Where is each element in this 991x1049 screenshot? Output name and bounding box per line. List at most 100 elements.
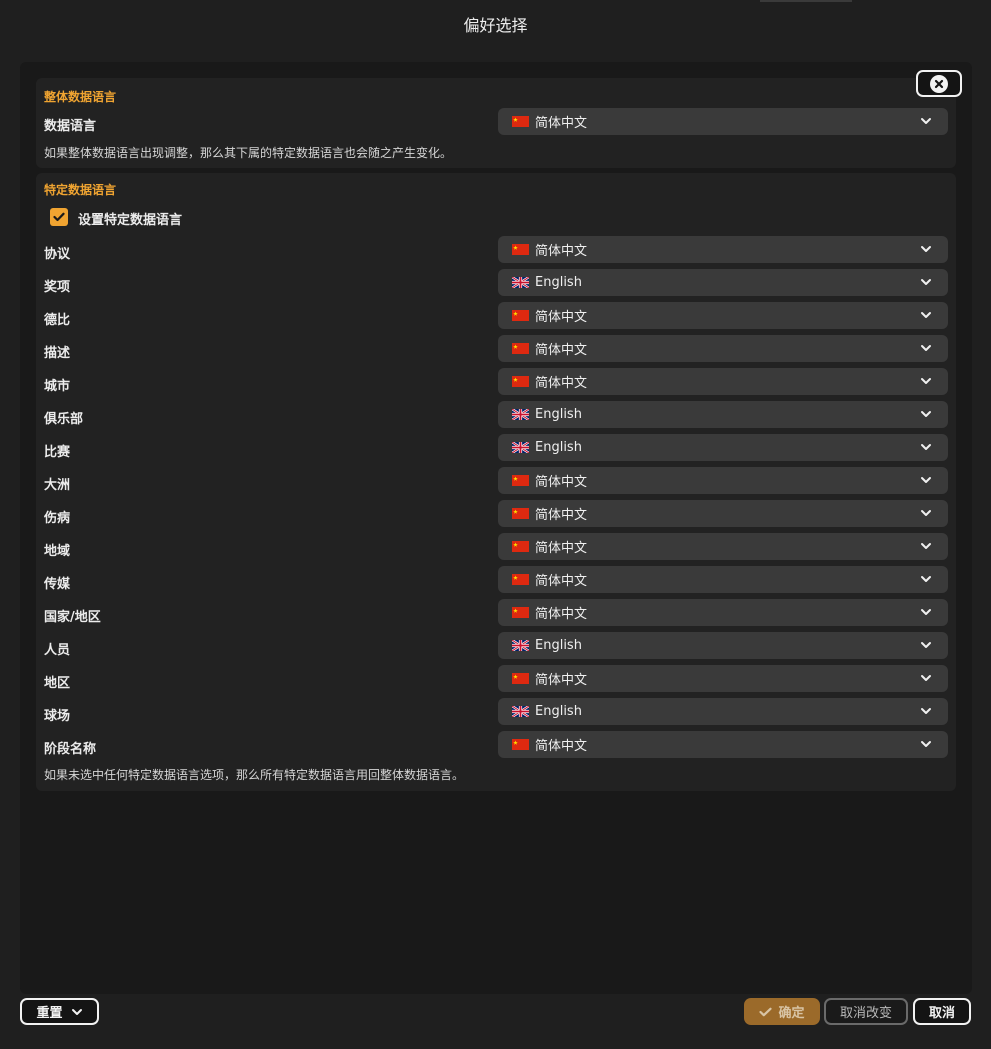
- section-title: 整体数据语言: [44, 90, 117, 104]
- select-value: 简体中文: [535, 607, 588, 622]
- row-label: 协议: [44, 247, 71, 262]
- reset-label: 重置: [36, 1006, 63, 1021]
- data-language-label: 数据语言: [44, 119, 97, 134]
- china-flag-icon: [512, 739, 529, 750]
- language-select[interactable]: 简体中文: [498, 500, 948, 527]
- cancel-button[interactable]: 取消: [913, 998, 971, 1025]
- language-select[interactable]: 简体中文: [498, 302, 948, 329]
- select-value: English: [535, 407, 582, 422]
- language-select[interactable]: 简体中文: [498, 731, 948, 758]
- select-value: English: [535, 275, 582, 290]
- language-select[interactable]: English: [498, 269, 948, 296]
- china-flag-icon: [512, 116, 529, 127]
- cancel-label: 取消: [928, 1006, 955, 1021]
- chevron-down-icon: [921, 642, 931, 648]
- select-value: 简体中文: [535, 244, 588, 259]
- row-label: 俱乐部: [44, 412, 84, 427]
- select-value: 简体中文: [535, 343, 588, 358]
- language-select[interactable]: 简体中文: [498, 368, 948, 395]
- language-select[interactable]: 简体中文: [498, 467, 948, 494]
- chevron-down-icon: [921, 576, 931, 582]
- china-flag-icon: [512, 541, 529, 552]
- chevron-down-icon: [921, 246, 931, 252]
- specific-language-note: 如果未选中任何特定数据语言选项，那么所有特定数据语言用回整体数据语言。: [44, 768, 465, 782]
- uk-flag-icon: [512, 277, 529, 288]
- language-select[interactable]: English: [498, 632, 948, 659]
- confirm-label: 确定: [778, 1006, 805, 1021]
- language-select[interactable]: English: [498, 434, 948, 461]
- chevron-down-icon: [921, 444, 931, 450]
- select-value: English: [535, 638, 582, 653]
- row-label: 奖项: [44, 280, 71, 295]
- select-value: 简体中文: [535, 116, 588, 131]
- language-select[interactable]: 简体中文: [498, 599, 948, 626]
- row-label: 阶段名称: [44, 742, 97, 757]
- china-flag-icon: [512, 343, 529, 354]
- select-value: English: [535, 704, 582, 719]
- close-icon: [930, 74, 948, 93]
- close-x-glyph: [934, 79, 944, 88]
- select-value: 简体中文: [535, 541, 588, 556]
- chevron-down-icon: [921, 411, 931, 417]
- language-select[interactable]: 简体中文: [498, 665, 948, 692]
- revert-changes-button[interactable]: 取消改变: [824, 998, 908, 1025]
- specific-language-checkbox[interactable]: [50, 208, 68, 226]
- chevron-down-icon: [921, 609, 931, 615]
- language-select[interactable]: 简体中文: [498, 236, 948, 263]
- row-label: 人员: [44, 643, 71, 658]
- language-select[interactable]: 简体中文: [498, 566, 948, 593]
- china-flag-icon: [512, 376, 529, 387]
- chevron-down-icon: [921, 279, 931, 285]
- chevron-down-icon: [921, 477, 931, 483]
- checkmark-icon: [759, 1007, 773, 1016]
- language-select[interactable]: 简体中文: [498, 335, 948, 362]
- chevron-down-icon: [921, 345, 931, 351]
- chevron-down-icon: [921, 312, 931, 318]
- select-value: 简体中文: [535, 310, 588, 325]
- data-language-select[interactable]: 简体中文: [498, 108, 948, 135]
- chevron-down-icon: [921, 708, 931, 714]
- checkmark-icon: [53, 212, 65, 222]
- row-label: 地域: [44, 544, 71, 559]
- uk-flag-icon: [512, 706, 529, 717]
- row-label: 大洲: [44, 478, 71, 493]
- select-value: 简体中文: [535, 508, 588, 523]
- china-flag-icon: [512, 475, 529, 486]
- confirm-button[interactable]: 确定: [744, 998, 820, 1025]
- chevron-down-icon: [921, 510, 931, 516]
- overall-language-note: 如果整体数据语言出现调整，那么其下属的特定数据语言也会随之产生变化。: [44, 146, 453, 160]
- reset-button[interactable]: 重置: [20, 998, 99, 1025]
- language-select[interactable]: English: [498, 698, 948, 725]
- language-select[interactable]: 简体中文: [498, 533, 948, 560]
- row-label: 描述: [44, 346, 71, 361]
- chevron-down-icon: [921, 543, 931, 549]
- language-select[interactable]: English: [498, 401, 948, 428]
- china-flag-icon: [512, 508, 529, 519]
- chevron-down-icon: [921, 675, 931, 681]
- chevron-down-icon: [921, 741, 931, 747]
- select-value: 简体中文: [535, 574, 588, 589]
- uk-flag-icon: [512, 442, 529, 453]
- row-label: 传媒: [44, 577, 71, 592]
- select-value: 简体中文: [535, 739, 588, 754]
- select-value: 简体中文: [535, 673, 588, 688]
- uk-flag-icon: [512, 640, 529, 651]
- window-title: 偏好选择: [463, 16, 528, 35]
- specific-language-section: 特定数据语言 设置特定数据语言 协议 简体中文 奖项 English 德比 简体中文 描述简…: [36, 173, 956, 791]
- row-label: 伤病: [44, 511, 71, 526]
- select-value: 简体中文: [535, 475, 588, 490]
- specific-language-checkbox-label: 设置特定数据语言: [78, 213, 183, 228]
- uk-flag-icon: [512, 409, 529, 420]
- select-value: English: [535, 440, 582, 455]
- row-label: 球场: [44, 709, 71, 724]
- chevron-down-icon: [921, 378, 931, 384]
- revert-label: 取消改变: [839, 1006, 892, 1021]
- row-label: 德比: [44, 313, 71, 328]
- row-label: 城市: [44, 379, 71, 394]
- row-label: 比赛: [44, 445, 71, 460]
- china-flag-icon: [512, 673, 529, 684]
- overall-language-section: 整体数据语言 数据语言 简体中文 如果整体数据语言出现调整，那么其下属的特定数据…: [36, 78, 956, 168]
- select-value: 简体中文: [535, 376, 588, 391]
- row-label: 国家/地区: [44, 610, 101, 625]
- close-button[interactable]: [916, 70, 962, 97]
